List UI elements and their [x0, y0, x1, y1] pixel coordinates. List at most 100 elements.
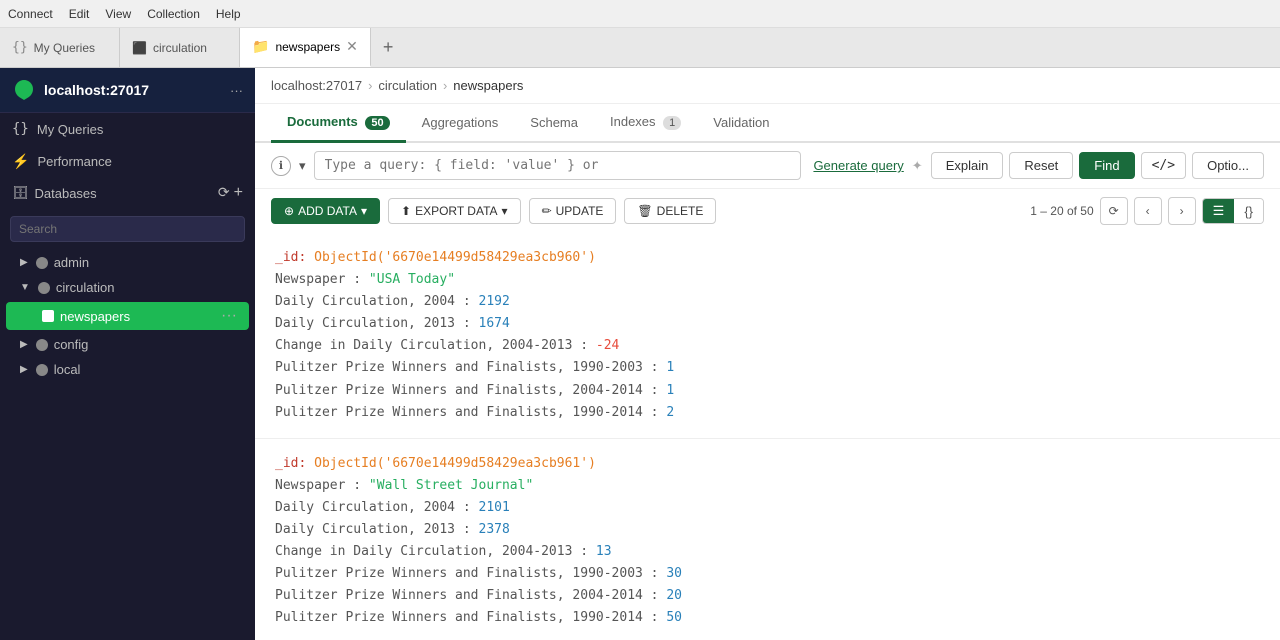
db-icon-admin	[36, 257, 48, 269]
dropdown-arrow-icon[interactable]: ▾	[299, 158, 306, 174]
menu-view[interactable]: View	[105, 7, 131, 21]
field-dc2004-value: 2192	[479, 294, 510, 309]
plus-icon: ⊕	[284, 204, 294, 218]
prev-page-button[interactable]: ‹	[1134, 197, 1162, 225]
sidebar-item-my-queries[interactable]: {} My Queries	[0, 113, 255, 145]
field-change-label-2: Change in Daily Circulation, 2004-2013 :	[275, 544, 588, 559]
find-button[interactable]: Find	[1079, 152, 1134, 179]
menu-connect[interactable]: Connect	[8, 7, 53, 21]
field-dc2004-label-2: Daily Circulation, 2004 :	[275, 500, 471, 515]
tab-documents[interactable]: Documents 50	[271, 104, 406, 143]
add-data-button[interactable]: ⊕ ADD DATA ▾	[271, 198, 380, 224]
next-page-button[interactable]: ›	[1168, 197, 1196, 225]
field-pulitzer3-label: Pulitzer Prize Winners and Finalists, 19…	[275, 405, 659, 420]
view-toggle: ☰ {}	[1202, 198, 1264, 224]
field-pulitzer1-value-2: 30	[666, 566, 682, 581]
db-icon-circulation	[38, 282, 50, 294]
explain-button[interactable]: Explain	[931, 152, 1004, 179]
breadcrumb-collection: newspapers	[453, 78, 523, 93]
tab-my-queries[interactable]: {} My Queries	[0, 28, 120, 67]
pagination-info: 1 – 20 of 50	[1030, 204, 1093, 218]
tab-newspapers[interactable]: 📁 newspapers ✕	[240, 28, 371, 67]
tab-schema[interactable]: Schema	[514, 105, 594, 143]
generate-query-link[interactable]: Generate query	[813, 158, 903, 173]
tab-circulation-label: circulation	[153, 41, 207, 55]
chevron-down-icon: ▼	[20, 282, 30, 293]
databases-icon: 🗄	[12, 185, 29, 201]
chevron-right-icon-local: ▶	[20, 364, 28, 375]
sidebar-item-performance[interactable]: ⚡ Performance	[0, 145, 255, 178]
sidebar-item-admin[interactable]: ▶ admin	[0, 250, 255, 275]
field-pulitzer1-value: 1	[666, 360, 674, 375]
field-id-2: _id:	[275, 456, 306, 471]
breadcrumb: localhost:27017 › circulation › newspape…	[255, 68, 1280, 104]
tab-queries-icon: {}	[12, 40, 28, 55]
refresh-button[interactable]: ⟳	[1100, 197, 1128, 225]
query-input[interactable]	[314, 151, 802, 180]
add-database-icon[interactable]: +	[234, 184, 243, 202]
field-pulitzer3-value: 2	[666, 405, 674, 420]
tab-newspapers-icon: 📁	[252, 38, 269, 55]
code-view-button[interactable]: </>	[1141, 152, 1186, 179]
close-tab-icon[interactable]: ✕	[346, 38, 358, 55]
breadcrumb-host[interactable]: localhost:27017	[271, 78, 362, 93]
collection-icon-newspapers	[42, 310, 54, 322]
menu-collection[interactable]: Collection	[147, 7, 200, 21]
reset-button[interactable]: Reset	[1009, 152, 1073, 179]
toolbar-right: Explain Reset Find </> Optio...	[931, 152, 1264, 179]
action-bar-right: 1 – 20 of 50 ⟳ ‹ › ☰ {}	[1030, 197, 1264, 225]
sidebar-admin-label: admin	[54, 255, 89, 270]
menu-help[interactable]: Help	[216, 7, 241, 21]
sidebar-item-local[interactable]: ▶ local	[0, 357, 255, 382]
list-view-button[interactable]: ☰	[1203, 199, 1235, 223]
field-pulitzer1-label: Pulitzer Prize Winners and Finalists, 19…	[275, 360, 659, 375]
field-change-label: Change in Daily Circulation, 2004-2013 :	[275, 338, 588, 353]
chevron-right-icon-config: ▶	[20, 339, 28, 350]
sidebar-options-button[interactable]: ···	[230, 83, 243, 98]
json-view-button[interactable]: {}	[1234, 199, 1263, 223]
add-data-label: ADD DATA	[298, 204, 357, 218]
sidebar-performance-label: Performance	[37, 154, 111, 169]
query-info-icon[interactable]: ℹ	[271, 156, 291, 176]
add-tab-button[interactable]: +	[371, 28, 406, 67]
sidebar-databases-header[interactable]: 🗄 Databases ⟳ +	[0, 178, 255, 208]
field-dc2013-label: Daily Circulation, 2013 :	[275, 316, 471, 331]
sparkle-icon: ✦	[912, 158, 923, 174]
collection-options-icon[interactable]: ···	[221, 307, 237, 325]
sidebar-header: localhost:27017 ···	[0, 68, 255, 113]
breadcrumb-db[interactable]: circulation	[378, 78, 437, 93]
field-pulitzer3-label-2: Pulitzer Prize Winners and Finalists, 19…	[275, 610, 659, 625]
sidebar-item-circulation[interactable]: ▼ circulation	[0, 275, 255, 300]
query-toolbar: ℹ ▾ Generate query ✦ Explain Reset Find …	[255, 143, 1280, 189]
export-data-button[interactable]: ⬆ EXPORT DATA ▾	[388, 198, 521, 224]
update-button[interactable]: ✏ UPDATE	[529, 198, 617, 224]
tab-indexes[interactable]: Indexes 1	[594, 104, 697, 143]
sidebar-item-newspapers[interactable]: newspapers ···	[6, 302, 249, 330]
search-input[interactable]	[10, 216, 245, 242]
tab-aggregations[interactable]: Aggregations	[406, 105, 515, 143]
delete-button[interactable]: 🗑 DELETE	[624, 198, 716, 224]
sidebar: localhost:27017 ··· {} My Queries ⚡ Perf…	[0, 68, 255, 640]
tab-circulation[interactable]: ⬛ circulation	[120, 28, 240, 67]
refresh-databases-icon[interactable]: ⟳	[218, 184, 230, 202]
field-change-value-2: 13	[596, 544, 612, 559]
host-name: localhost:27017	[44, 82, 222, 98]
tab-validation[interactable]: Validation	[697, 105, 785, 143]
tab-bar: {} My Queries ⬛ circulation 📁 newspapers…	[0, 28, 1280, 68]
menu-edit[interactable]: Edit	[69, 7, 90, 21]
field-id: _id:	[275, 250, 306, 265]
field-change-value: -24	[596, 338, 619, 353]
export-chevron-icon: ▾	[502, 204, 508, 218]
sidebar-local-label: local	[54, 362, 81, 377]
databases-label: Databases	[35, 186, 97, 201]
main-layout: localhost:27017 ··· {} My Queries ⚡ Perf…	[0, 68, 1280, 640]
indexes-tab-badge: 1	[663, 116, 681, 130]
table-row: _id: ObjectId('6670e14499d58429ea3cb960'…	[255, 233, 1280, 439]
chevron-right-icon: ▶	[20, 257, 28, 268]
field-pulitzer3-value-2: 50	[666, 610, 682, 625]
field-dc2013-label-2: Daily Circulation, 2013 :	[275, 522, 471, 537]
options-button[interactable]: Optio...	[1192, 152, 1264, 179]
sidebar-item-config[interactable]: ▶ config	[0, 332, 255, 357]
field-id-value: ObjectId('6670e14499d58429ea3cb960')	[314, 250, 596, 265]
field-newspaper-label: Newspaper :	[275, 272, 361, 287]
